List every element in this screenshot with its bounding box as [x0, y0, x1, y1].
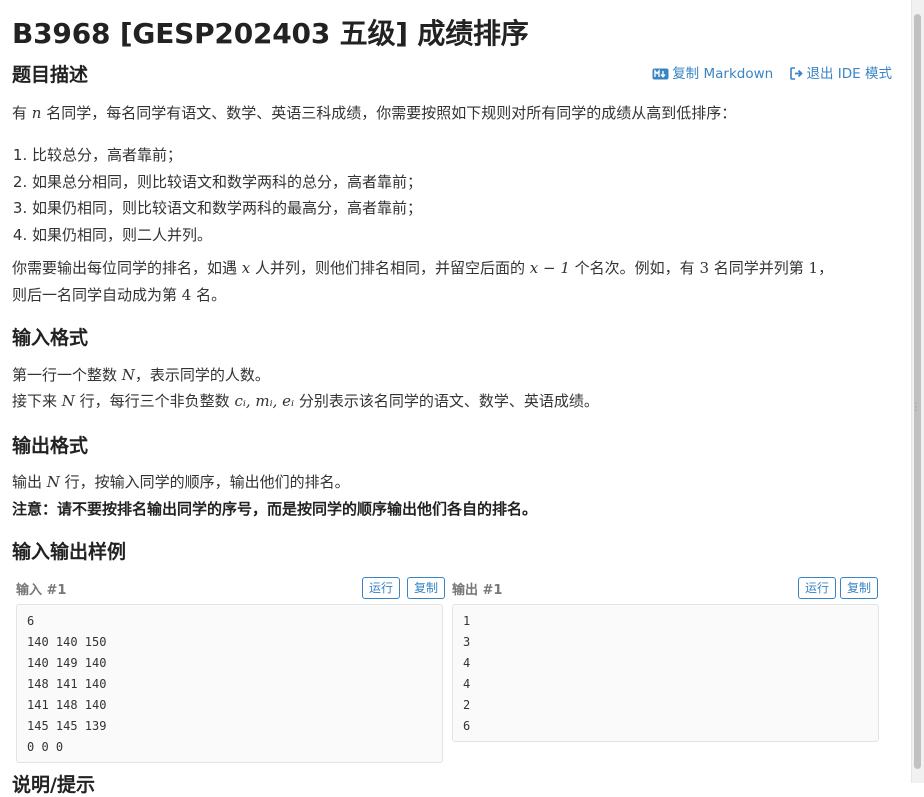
output-format-line-1: 输出 N 行，按输入同学的顺序，输出他们的排名。: [12, 473, 350, 491]
input-format-line-1: 第一行一个整数 N，表示同学的人数。: [12, 366, 270, 384]
markdown-icon: [652, 68, 669, 84]
sign-out-icon: [789, 67, 804, 84]
description-paragraph-3: 则后一名同学自动成为第 4 名。: [12, 286, 227, 304]
output-format-note: 注意：请不要按排名输出同学的序号，而是按同学的顺序输出他们各自的排名。: [12, 500, 538, 518]
toolbar-links: 复制 Markdown 退出 IDE 模式: [640, 62, 892, 84]
description-paragraph-1: 有 n 名同学，每名同学有语文、数学、英语三科成绩，你需要按照如下规则对所有同学…: [12, 104, 737, 122]
sample-output-run-button[interactable]: 运行: [798, 577, 837, 599]
rule-item: 如果仍相同，则二人并列。: [32, 222, 422, 249]
sample-input-copy-button[interactable]: 复制: [407, 577, 446, 599]
scrollbar-thumb[interactable]: [914, 14, 921, 769]
rule-item: 如果仍相同，则比较语文和数学两科的最高分，高者靠前；: [32, 195, 422, 222]
sample-input-box[interactable]: 6 140 140 150 140 149 140 148 141 140 14…: [16, 604, 443, 763]
resize-grip-icon[interactable]: ⋮: [911, 403, 921, 413]
copy-markdown-label: 复制 Markdown: [672, 66, 774, 82]
sample-input-label: 输入 #1: [16, 583, 67, 598]
rule-item: 比较总分，高者靠前；: [32, 142, 422, 169]
exit-ide-label: 退出 IDE 模式: [806, 66, 893, 82]
section-hint-heading: 说明/提示: [12, 774, 95, 796]
sample-output-box[interactable]: 1 3 4 4 2 6: [452, 604, 879, 742]
section-input-format-heading: 输入格式: [12, 327, 89, 349]
input-format-line-2: 接下来 N 行，每行三个非负整数 cᵢ, mᵢ, eᵢ 分别表示该名同学的语文、…: [12, 392, 599, 410]
rules-list: 比较总分，高者靠前； 如果总分相同，则比较语文和数学两科的总分，高者靠前； 如果…: [12, 142, 422, 248]
sample-output-label: 输出 #1: [452, 583, 503, 598]
section-description-heading: 题目描述: [12, 64, 89, 86]
copy-markdown-link[interactable]: 复制 Markdown: [652, 66, 777, 82]
vertical-scrollbar[interactable]: ⋮: [911, 0, 924, 783]
exit-ide-link[interactable]: 退出 IDE 模式: [789, 66, 893, 84]
sample-input-run-button[interactable]: 运行: [362, 577, 401, 599]
sample-output-copy-button[interactable]: 复制: [840, 577, 879, 599]
section-output-format-heading: 输出格式: [12, 435, 89, 457]
description-paragraph-2: 你需要输出每位同学的排名，如遇 x 人并列，则他们排名相同，并留空后面的 x −…: [12, 259, 834, 277]
section-samples-heading: 输入输出样例: [12, 541, 127, 563]
rule-item: 如果总分相同，则比较语文和数学两科的总分，高者靠前；: [32, 169, 422, 196]
problem-title: B3968 [GESP202403 五级] 成绩排序: [12, 17, 529, 50]
